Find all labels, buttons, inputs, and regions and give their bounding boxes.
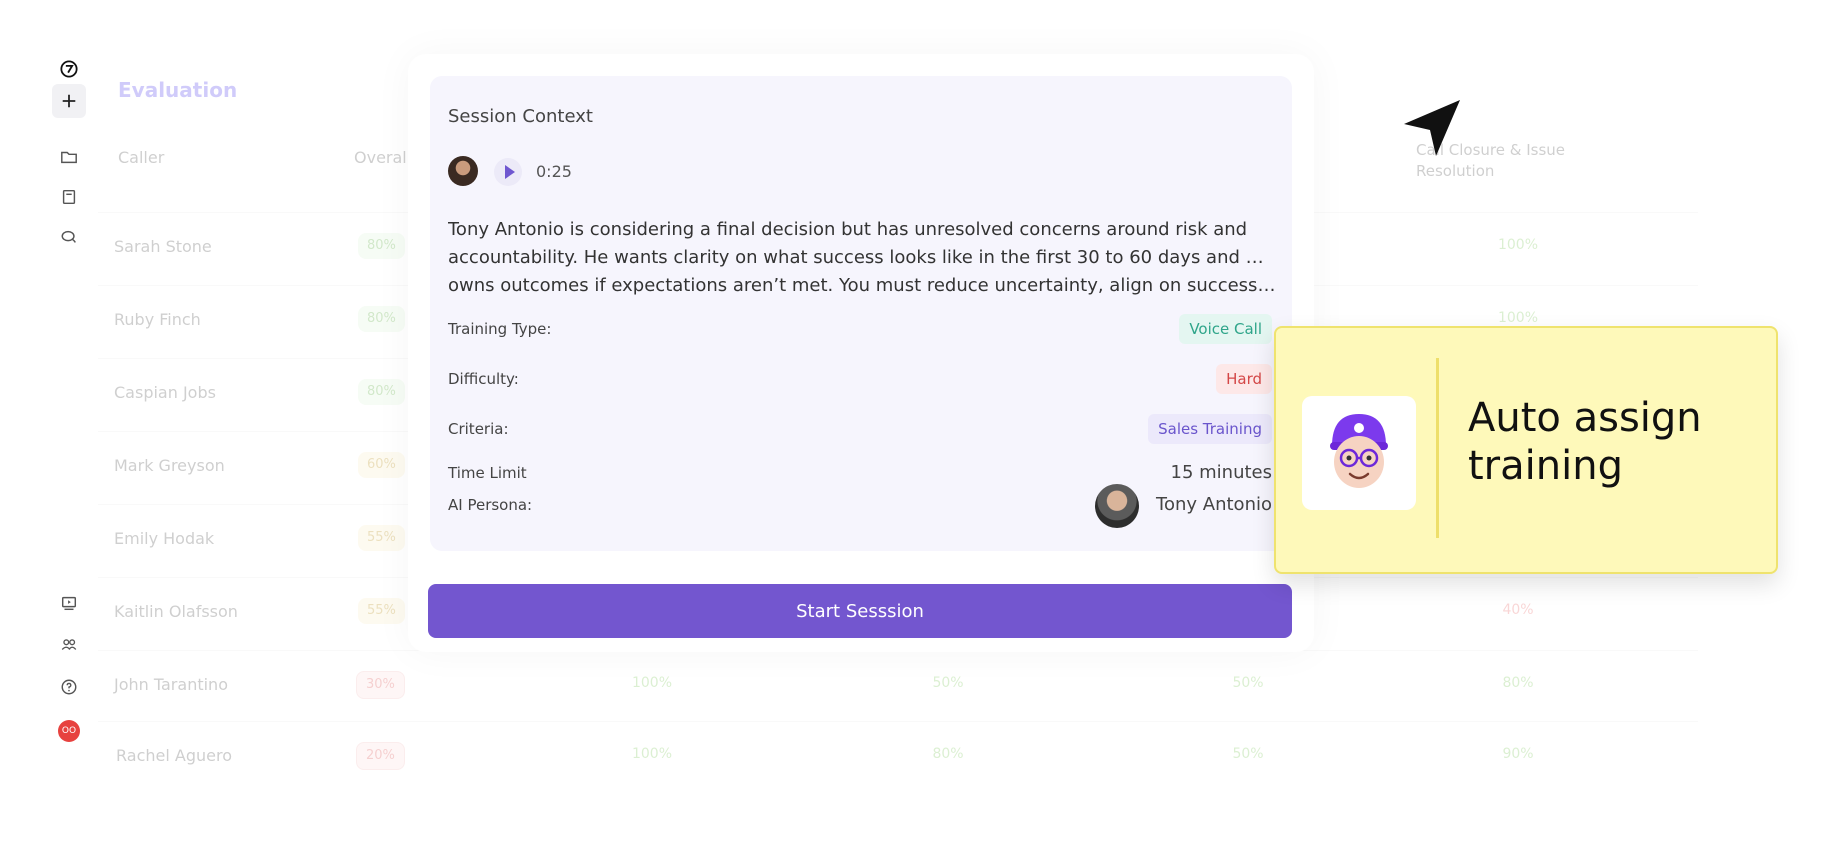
chat-icon[interactable] [56, 224, 82, 250]
ai-persona-label: AI Persona: [448, 496, 533, 514]
table-row[interactable]: John Tarantino 30% 100% 50% 50% 80% [98, 650, 1698, 724]
criteria-badge: Sales Training [1148, 414, 1272, 444]
help-icon[interactable] [56, 674, 82, 700]
pointer-cursor-icon [1404, 100, 1460, 156]
callout-divider [1436, 358, 1439, 538]
callout-text: Auto assign training [1468, 395, 1702, 489]
training-type-badge: Voice Call [1179, 314, 1272, 344]
folder-icon[interactable] [56, 144, 82, 170]
criteria-label: Criteria: [448, 420, 509, 438]
persona-avatar [1095, 484, 1139, 528]
play-icon [504, 165, 515, 179]
book-icon[interactable] [56, 184, 82, 210]
time-limit-label: Time Limit [448, 464, 527, 482]
auto-assign-callout: Auto assign training [1274, 326, 1778, 574]
audio-time: 0:25 [536, 162, 572, 181]
start-session-button[interactable]: Start Sesssion [428, 584, 1292, 638]
difficulty-badge: Hard [1216, 364, 1272, 394]
logo-icon[interactable] [56, 56, 82, 82]
plus-icon[interactable] [52, 84, 86, 118]
session-modal: Session Context 0:25 Tony Antonio is con… [408, 54, 1314, 652]
play-button[interactable] [494, 158, 522, 186]
sidebar: OO [48, 52, 90, 762]
time-limit-value: 15 minutes [1170, 462, 1273, 483]
mascot-icon [1330, 414, 1388, 488]
ai-persona-name: Tony Antonio [1156, 494, 1272, 515]
page-title: Evaluation [118, 78, 238, 102]
caller-avatar [448, 156, 478, 186]
users-icon[interactable] [56, 632, 82, 658]
column-header-overall: Overal [354, 148, 407, 167]
video-icon[interactable] [56, 590, 82, 616]
column-header-caller: Caller [118, 148, 165, 167]
mascot-avatar [1302, 396, 1416, 510]
difficulty-label: Difficulty: [448, 370, 519, 388]
table-row[interactable]: Rachel Aguero 20% 100% 80% 50% 90% [98, 721, 1698, 770]
session-context-card: Session Context 0:25 Tony Antonio is con… [430, 76, 1292, 551]
session-context-title: Session Context [448, 106, 593, 127]
avatar[interactable]: OO [58, 720, 80, 742]
session-description: Tony Antonio is considering a final deci… [448, 219, 1278, 296]
training-type-label: Training Type: [448, 320, 552, 338]
